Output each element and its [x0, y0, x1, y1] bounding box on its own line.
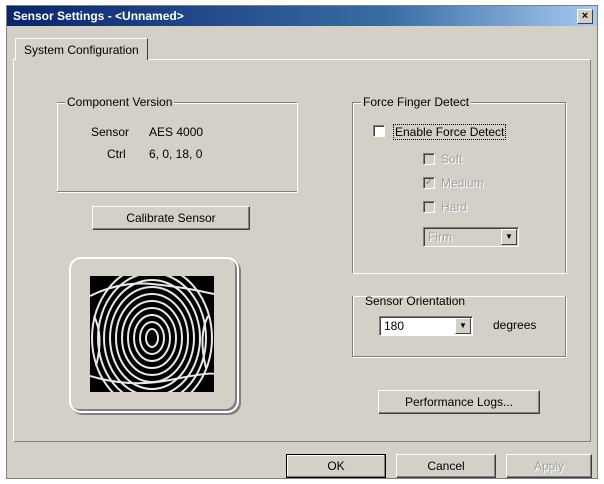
ok-button[interactable]: OK — [286, 454, 386, 478]
sensor-value: AES 4000 — [149, 125, 204, 139]
fingerprint-frame — [69, 257, 239, 413]
force-finger-detect-title: Force Finger Detect — [361, 95, 472, 109]
force-level-value: Firm — [428, 230, 452, 244]
ctrl-label: Ctrl — [107, 147, 126, 161]
sensor-orientation-group: Sensor Orientation 180 ▼ degrees — [352, 294, 566, 357]
close-button[interactable]: × — [577, 9, 593, 24]
performance-logs-button[interactable]: Performance Logs... — [378, 390, 540, 414]
calibrate-sensor-button[interactable]: Calibrate Sensor — [92, 206, 250, 230]
calibrate-sensor-label: Calibrate Sensor — [126, 211, 216, 225]
ctrl-value: 6, 0, 18, 0 — [149, 147, 203, 161]
sensor-label: Sensor — [91, 125, 130, 139]
hard-checkbox[interactable] — [423, 201, 435, 213]
medium-checkbox[interactable]: ✓ — [423, 177, 435, 189]
soft-label: Soft — [441, 152, 463, 166]
window-title: Sensor Settings - <Unnamed> — [13, 9, 184, 23]
orientation-value: 180 — [384, 319, 405, 333]
fingerprint-icon — [89, 265, 215, 411]
chevron-down-icon[interactable]: ▼ — [501, 229, 517, 245]
enable-force-detect-checkbox[interactable] — [373, 125, 385, 137]
title-bar[interactable]: Sensor Settings - <Unnamed> × — [7, 6, 597, 26]
sensor-settings-dialog: Sensor Settings - <Unnamed> × System Con… — [6, 5, 598, 479]
fingerprint-image — [89, 265, 215, 411]
tab-label: System Configuration — [24, 43, 139, 57]
tab-system-configuration[interactable]: System Configuration — [15, 38, 148, 60]
hard-label: Hard — [441, 200, 468, 214]
cancel-label: Cancel — [427, 459, 465, 473]
sensor-orientation-title: Sensor Orientation — [365, 294, 466, 308]
apply-button[interactable]: Apply — [506, 454, 592, 478]
orientation-select[interactable]: 180 ▼ — [379, 316, 473, 336]
medium-label: Medium — [441, 176, 484, 190]
degrees-label: degrees — [493, 318, 537, 332]
apply-label: Apply — [533, 459, 565, 473]
cancel-button[interactable]: Cancel — [396, 454, 496, 478]
force-finger-detect-group: Force Finger Detect Enable Force Detect … — [352, 95, 566, 273]
enable-force-detect-label[interactable]: Enable Force Detect — [393, 124, 507, 140]
performance-logs-label: Performance Logs... — [404, 395, 514, 409]
component-version-title: Component Version — [65, 95, 175, 109]
force-level-select[interactable]: Firm ▼ — [423, 227, 519, 247]
component-version-group: Component Version Sensor AES 4000 Ctrl 6… — [57, 95, 297, 192]
chevron-down-icon[interactable]: ▼ — [455, 318, 471, 334]
ok-label: OK — [327, 459, 345, 473]
soft-checkbox[interactable] — [423, 153, 435, 165]
